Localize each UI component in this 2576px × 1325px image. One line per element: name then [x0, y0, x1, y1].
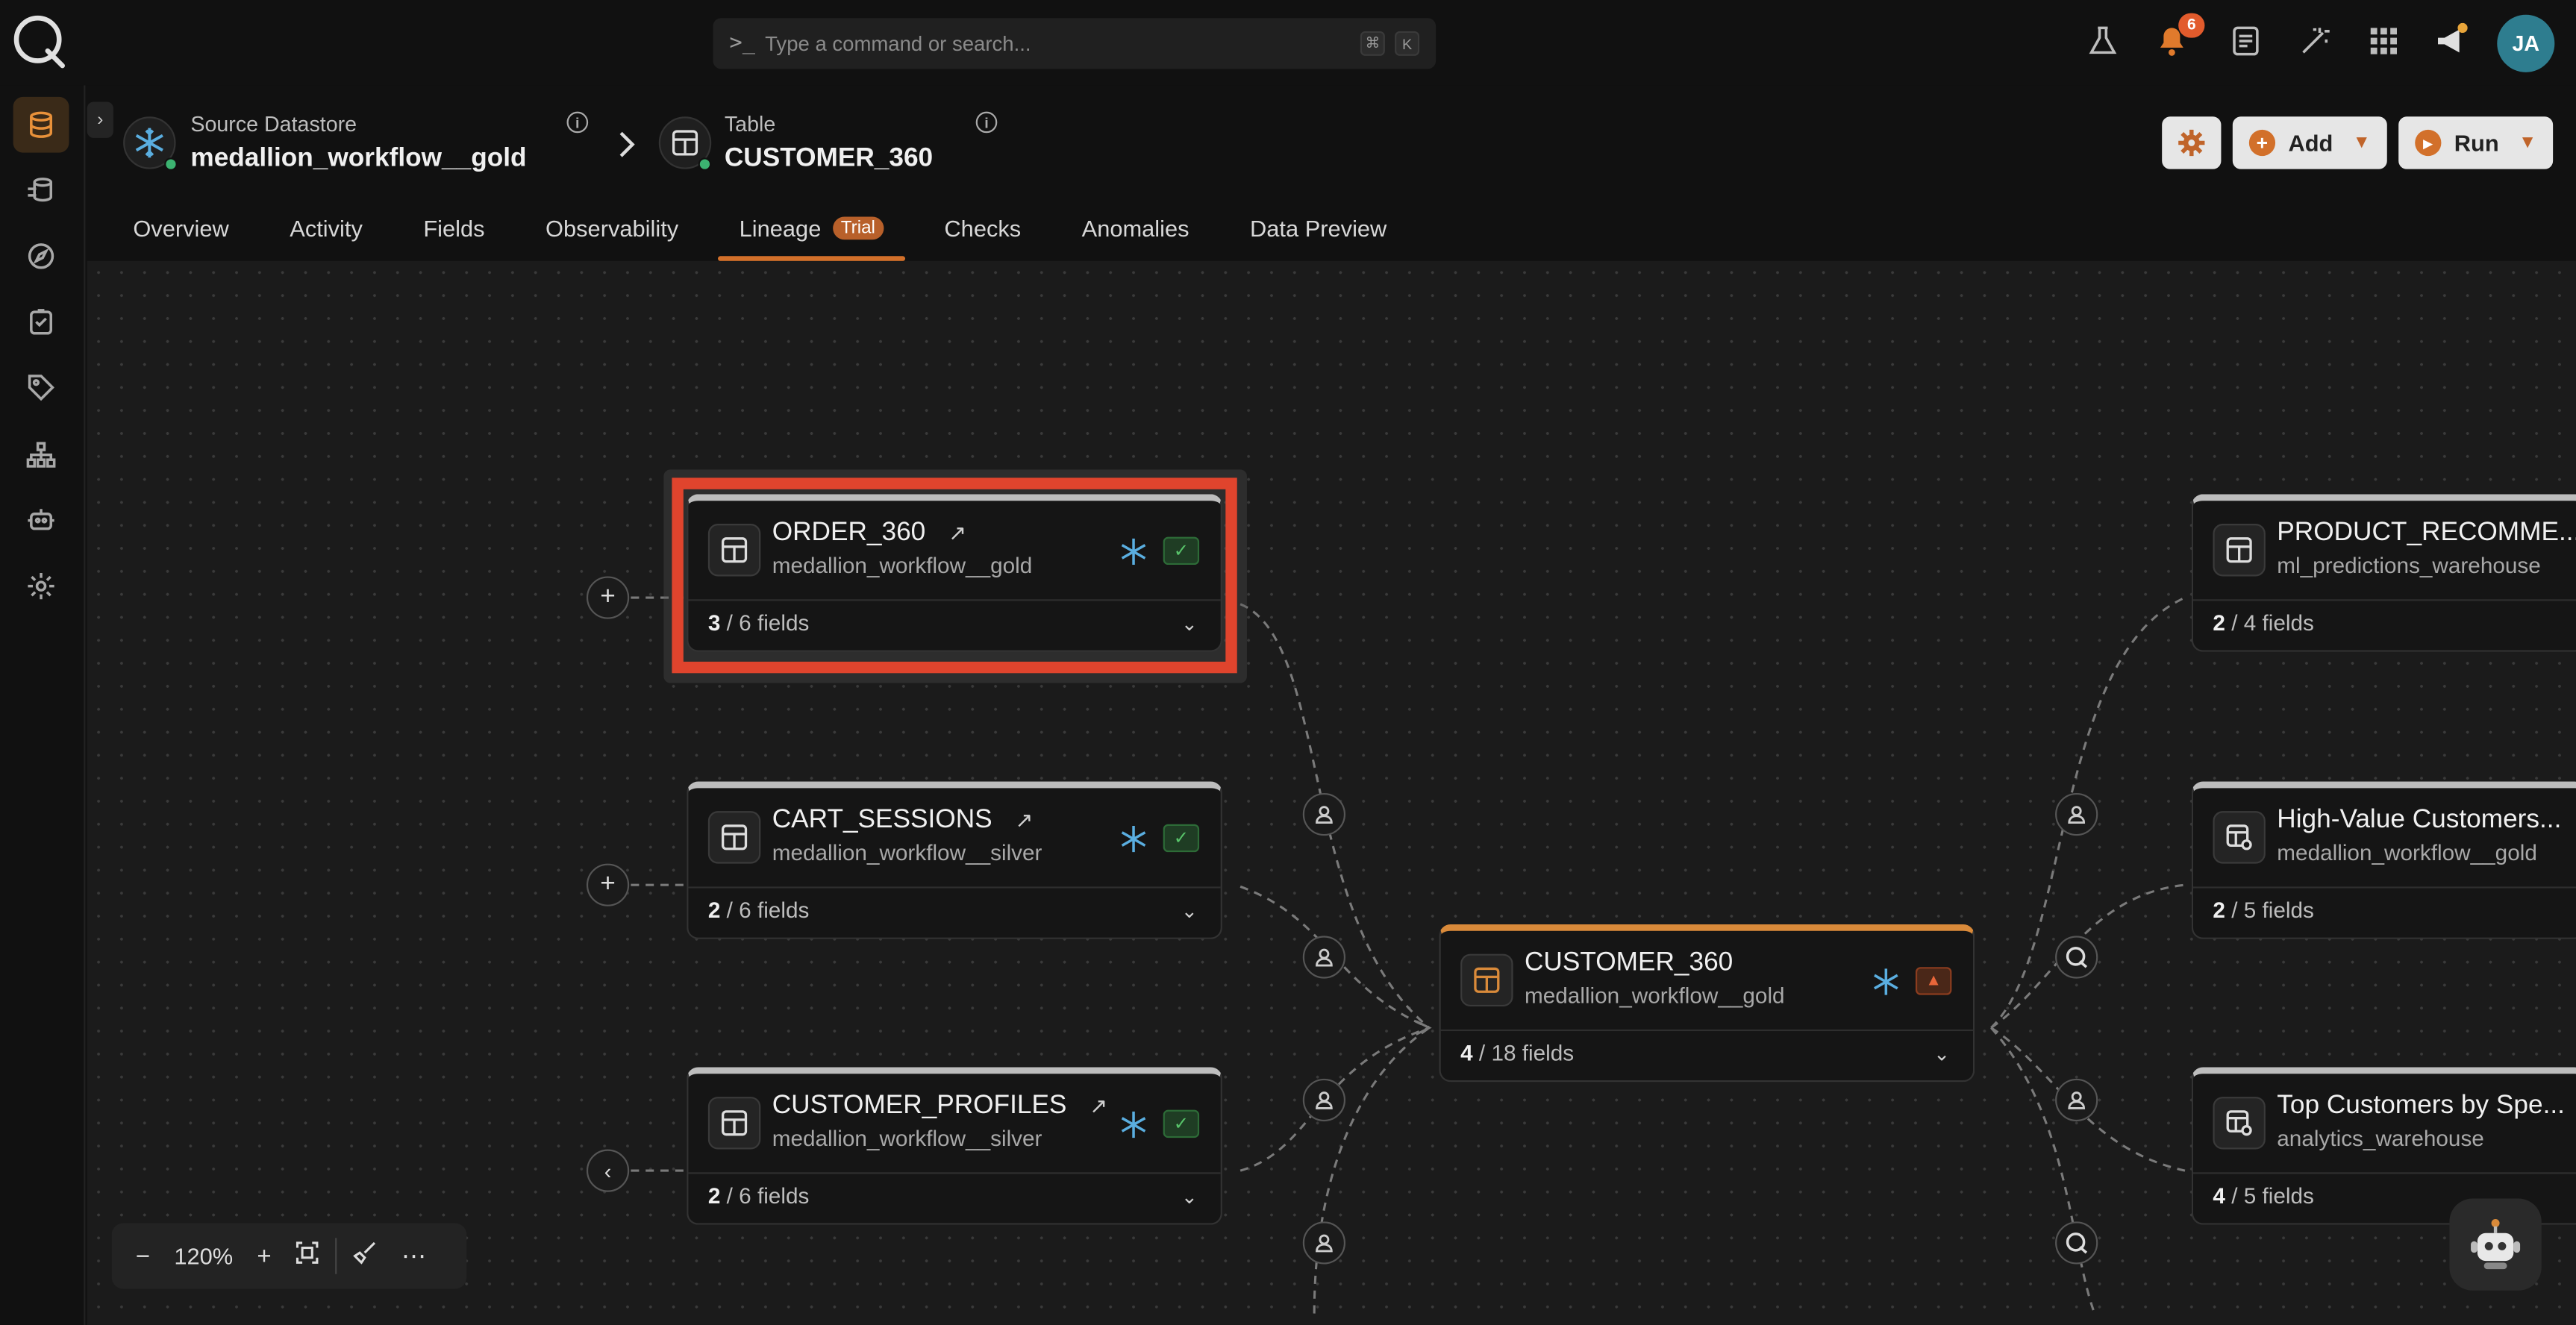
chevron-down-icon[interactable]: ⌄	[1933, 1042, 1950, 1065]
zoom-toolbar: − 120% + ⋯	[111, 1223, 467, 1289]
node-field-count: 2 / 6 fields	[707, 898, 810, 923]
node-name: CUSTOMER_PROFILES ↗	[772, 1091, 1108, 1120]
snowflake-icon	[1874, 968, 1898, 995]
assistant-bot-button[interactable]	[2449, 1198, 2542, 1291]
chevron-down-icon[interactable]: ⌄	[1181, 900, 1198, 923]
check-status-icon: ✓	[1163, 824, 1200, 853]
user-icon[interactable]	[1302, 1078, 1346, 1122]
node-name: High-Value Customers...	[2277, 806, 2562, 834]
external-link-icon[interactable]: ↗	[1015, 808, 1033, 833]
node-datastore: medallion_workflow__silver	[772, 840, 1042, 865]
node-field-count: 2 / 5 fields	[2213, 898, 2314, 923]
node-field-count: 4 / 5 fields	[2213, 1183, 2314, 1209]
clean-layout-icon[interactable]	[350, 1241, 380, 1271]
lineage-node-cart-sessions[interactable]: CART_SESSIONS ↗ medallion_workflow__silve…	[687, 781, 1222, 939]
node-name: PRODUCT_RECOMME...	[2277, 519, 2576, 547]
qualytics-logo-icon[interactable]	[2055, 1221, 2098, 1265]
lineage-edges	[631, 596, 2186, 1315]
lineage-node-high-value-customers[interactable]: High-Value Customers... medallion_workfl…	[2191, 781, 2576, 939]
more-options-icon[interactable]: ⋯	[399, 1241, 429, 1271]
node-field-count: 2 / 4 fields	[2213, 610, 2314, 636]
expand-upstream-button[interactable]: +	[586, 576, 630, 619]
fit-view-icon[interactable]	[292, 1241, 322, 1271]
computed-table-icon	[2213, 1097, 2266, 1150]
zoom-out-button[interactable]: −	[128, 1242, 158, 1270]
snowflake-icon	[1121, 1111, 1146, 1138]
node-divider	[2193, 1172, 2576, 1174]
lineage-node-customer-profiles[interactable]: CUSTOMER_PROFILES ↗ medallion_workflow__s…	[687, 1067, 1222, 1225]
selection-outline	[672, 477, 1237, 674]
table-icon	[1460, 953, 1513, 1007]
node-divider	[1440, 1029, 1974, 1032]
lineage-node-product-recommendations[interactable]: PRODUCT_RECOMME... ml_predictions_wareho…	[2191, 494, 2576, 652]
zoom-in-button[interactable]: +	[249, 1242, 279, 1270]
node-divider	[688, 1172, 1221, 1174]
node-datastore: medallion_workflow__gold	[1524, 983, 1785, 1009]
node-datastore: analytics_warehouse	[2277, 1126, 2484, 1151]
table-icon	[707, 1097, 761, 1150]
snowflake-icon	[1121, 825, 1146, 853]
qualytics-logo-icon[interactable]	[2055, 936, 2098, 979]
zoom-level: 120%	[174, 1242, 234, 1270]
external-link-icon[interactable]: ↗	[1090, 1094, 1107, 1118]
user-icon[interactable]	[2055, 1078, 2098, 1122]
user-icon[interactable]	[1302, 1221, 1346, 1265]
node-datastore: ml_predictions_warehouse	[2277, 553, 2541, 578]
robot-icon	[2471, 1219, 2521, 1270]
node-divider	[688, 886, 1221, 889]
table-icon	[707, 811, 761, 864]
user-icon[interactable]	[1302, 936, 1346, 979]
computed-table-icon	[2213, 811, 2266, 864]
check-status-icon: ✓	[1163, 1109, 1200, 1138]
expand-upstream-button[interactable]: +	[586, 863, 630, 906]
lineage-node-customer-360[interactable]: CUSTOMER_360 medallion_workflow__gold ▲ …	[1439, 924, 1975, 1083]
node-field-count: 2 / 6 fields	[707, 1183, 810, 1209]
node-name: Top Customers by Spe...	[2277, 1091, 2565, 1120]
table-icon	[2213, 524, 2266, 577]
warning-status-icon: ▲	[1915, 967, 1952, 995]
node-field-count: 4 / 18 fields	[1460, 1041, 1575, 1066]
node-datastore: medallion_workflow__silver	[772, 1126, 1042, 1151]
node-divider	[2193, 886, 2576, 889]
node-datastore: medallion_workflow__gold	[2277, 840, 2537, 865]
node-name: CART_SESSIONS ↗	[772, 806, 1034, 834]
user-icon[interactable]	[1302, 792, 1346, 836]
node-name: CUSTOMER_360	[1524, 949, 1734, 977]
node-divider	[2193, 599, 2576, 601]
collapse-upstream-button[interactable]: ‹	[586, 1149, 630, 1192]
toolbar-divider	[334, 1238, 337, 1274]
user-icon[interactable]	[2055, 792, 2098, 836]
chevron-down-icon[interactable]: ⌄	[1181, 1185, 1198, 1209]
